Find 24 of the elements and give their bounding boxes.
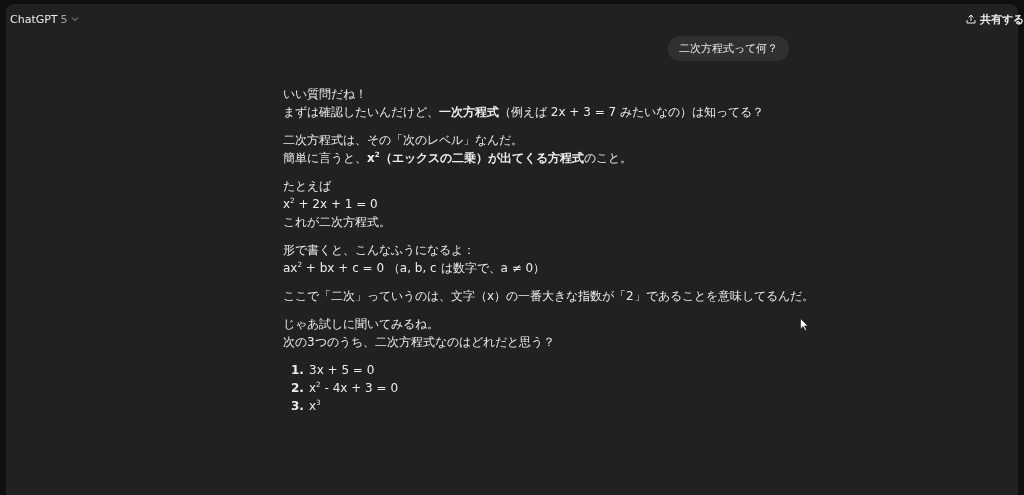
response-text: 次の3つのうち、二次方程式なのはどれだと思う？ bbox=[283, 335, 555, 349]
list-number: 1. bbox=[291, 362, 303, 379]
share-button[interactable]: 共有する bbox=[966, 11, 1024, 27]
response-text: じゃあ試しに聞いてみるね。 bbox=[283, 317, 439, 331]
list-number: 2. bbox=[291, 380, 303, 397]
list-item-text: 3x + 5 = 0 bbox=[309, 362, 375, 379]
response-text: いい質問だね！ bbox=[283, 87, 367, 101]
list-item-text: x$^{2}$ - 4x + 3 = 0 bbox=[309, 379, 399, 397]
response-text: たとえば bbox=[283, 179, 331, 193]
model-selector[interactable]: ChatGPT 5 bbox=[10, 12, 79, 26]
response-text: 形で書くと、こんなふうになるよ： bbox=[283, 243, 475, 257]
list-item-text: x$^{3}$ bbox=[309, 397, 321, 415]
response-text: まずは確認したいんだけど、一次方程式（例えば 2x + 3 = 7 みたいなの）は知ってる？ bbox=[283, 105, 764, 119]
response-text: これが二次方程式。 bbox=[283, 215, 391, 229]
list-number: 3. bbox=[291, 398, 303, 415]
response-text: ここで「二次」っていうのは、文字（x）の一番大きな指数が「2」であることを意味してるんだ。 bbox=[283, 289, 814, 303]
mouse-cursor-icon bbox=[800, 318, 809, 331]
response-text: 簡単に言うと、x$^{2}$（エックスの二乗）が出てくる方程式のこと。 bbox=[283, 151, 632, 165]
response-text: 二次方程式は、その「次のレベル」なんだ。 bbox=[283, 133, 523, 147]
chevron-down-icon bbox=[70, 15, 79, 23]
share-icon bbox=[966, 14, 976, 24]
user-message: 二次方程式って何？ bbox=[668, 36, 789, 61]
response-text: ax$^{2}$ + bx + c = 0 （a, b, c は数字で、a ≠ 0） bbox=[283, 261, 546, 275]
response-text: x$^{2}$ + 2x + 1 = 0 bbox=[283, 197, 378, 211]
